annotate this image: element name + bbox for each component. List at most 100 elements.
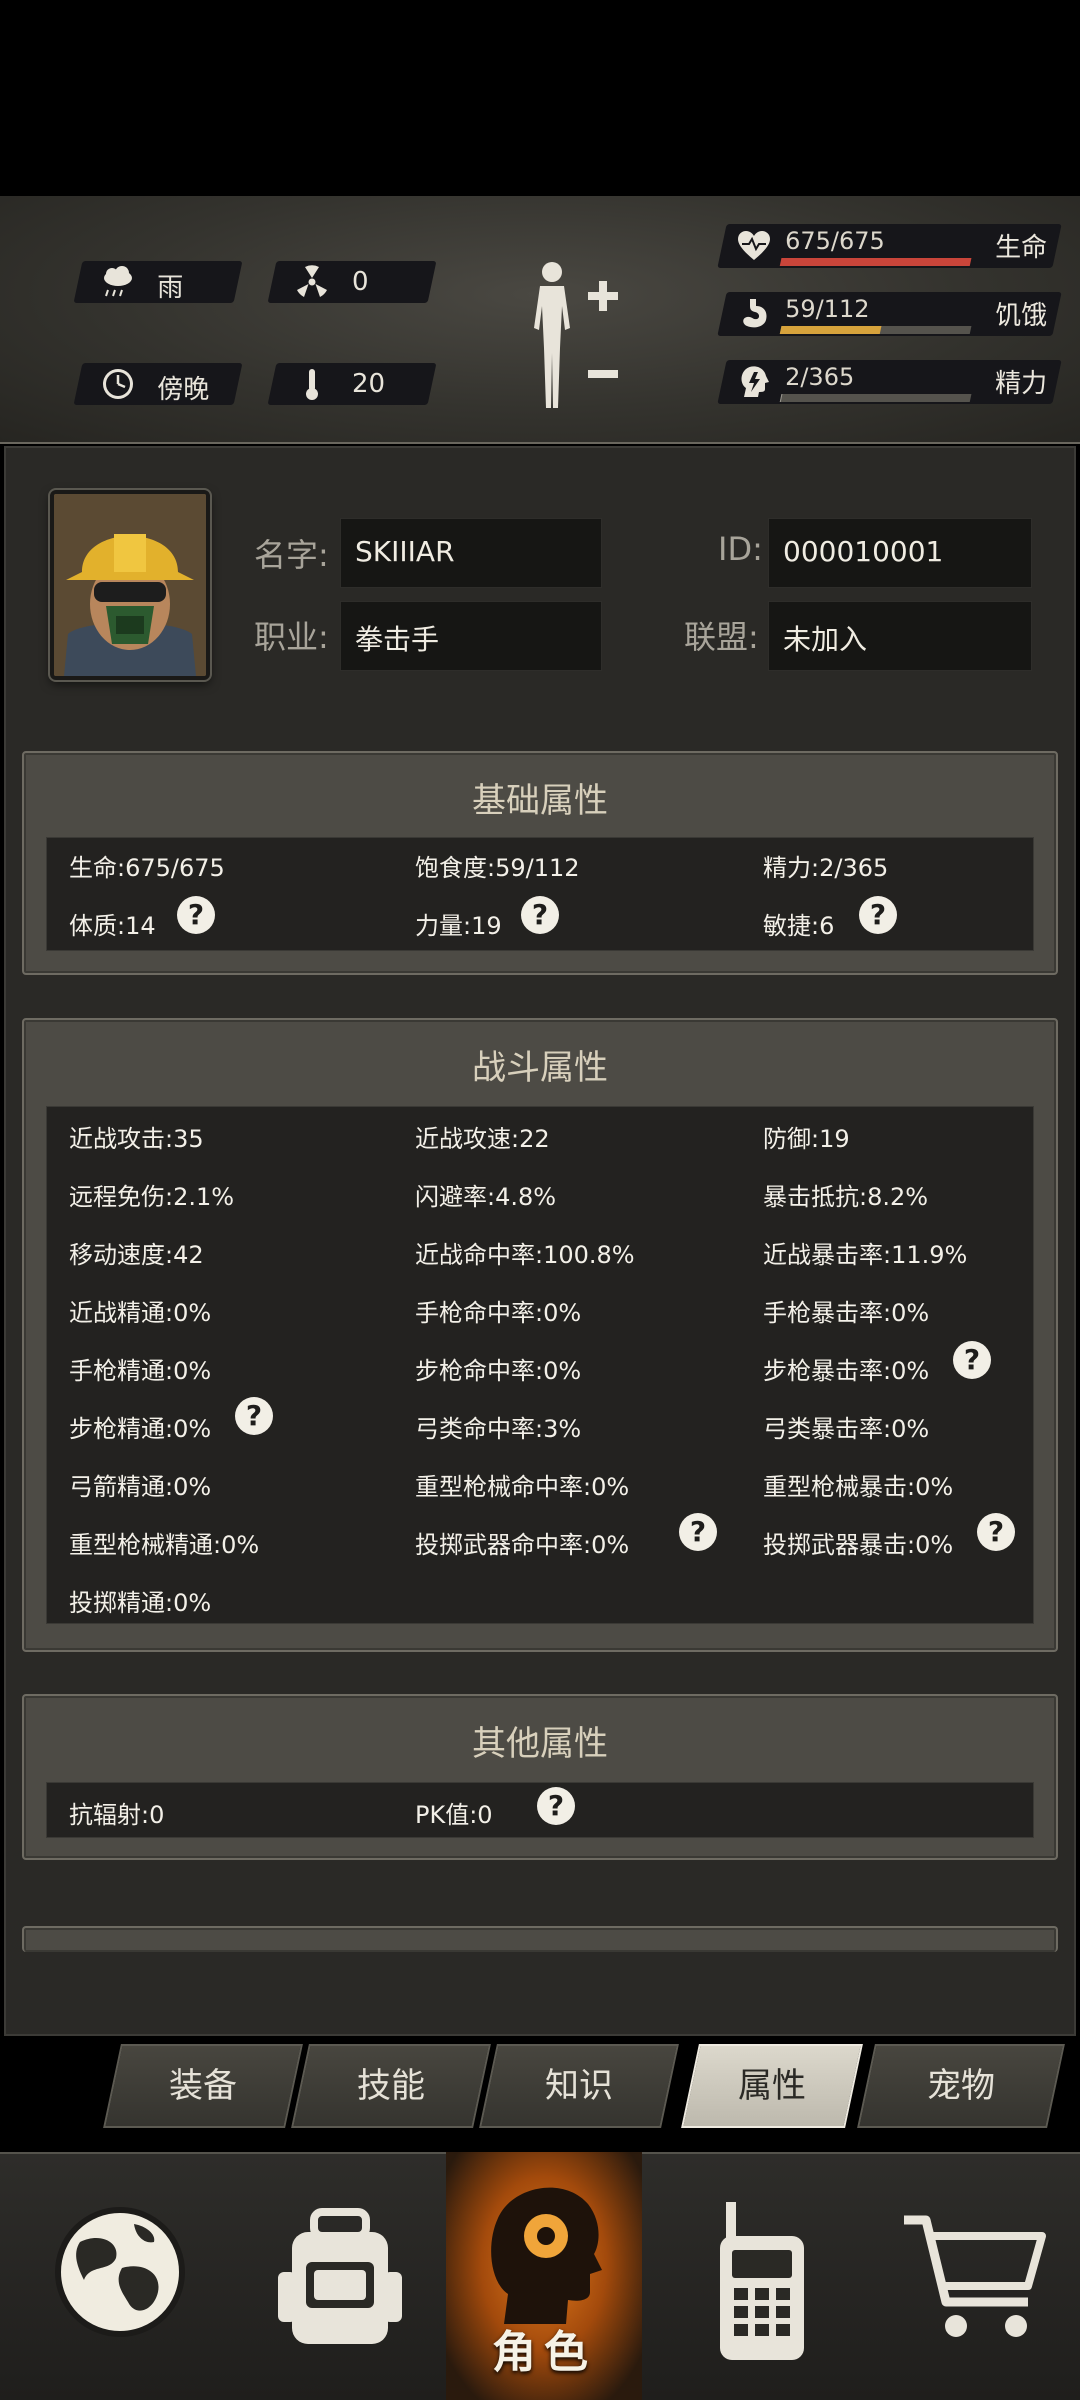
other-attributes-list: 抗辐射:0 PK值:0 ? xyxy=(46,1782,1034,1838)
attr-health: 生命:675/675 xyxy=(69,854,225,882)
nav-world-map[interactable] xyxy=(20,2152,220,2400)
combat-attr: 移动速度:42 xyxy=(69,1241,204,1269)
rifle-crit-help-icon[interactable]: ? xyxy=(953,1341,991,1379)
combat-attr: 步枪暴击率:0% xyxy=(763,1357,930,1385)
tab-knowledge[interactable]: 知识 xyxy=(479,2044,679,2128)
extra-panel-edge xyxy=(22,1926,1058,1952)
tab-pets[interactable]: 宠物 xyxy=(857,2044,1065,2128)
tab-attributes[interactable]: 属性 xyxy=(681,2044,863,2128)
attr-agility: 敏捷:6 xyxy=(763,912,835,940)
time-chip: 傍晚 xyxy=(73,363,243,405)
basic-attributes-list: 生命:675/675 饱食度:59/112 精力:2/365 体质:14 ? 力… xyxy=(46,837,1034,951)
time-of-day: 傍晚 xyxy=(157,375,210,405)
hunger-label: 饥饿 xyxy=(995,301,1048,331)
body-figure-icon xyxy=(542,262,562,282)
combat-attr: 手枪暴击率:0% xyxy=(763,1299,930,1327)
attr-pk-value: PK值:0 xyxy=(415,1801,493,1829)
combat-attr: 弓箭精通:0% xyxy=(69,1473,212,1501)
nav-backpack[interactable] xyxy=(240,2152,440,2400)
body-status-button[interactable] xyxy=(520,258,630,418)
attr-constitution: 体质:14 xyxy=(69,912,156,940)
attr-radiation-resist: 抗辐射:0 xyxy=(69,1801,165,1829)
id-field: 000010001 xyxy=(768,518,1032,588)
thermometer-icon xyxy=(306,369,318,400)
throw-crit-help-icon[interactable]: ? xyxy=(977,1513,1015,1551)
energy-bar xyxy=(779,394,972,402)
head-gear-icon xyxy=(491,2187,602,2324)
combat-attributes-title: 战斗属性 xyxy=(472,1048,608,1088)
combat-attr: 防御:19 xyxy=(763,1125,850,1153)
nav-shop[interactable] xyxy=(880,2152,1070,2400)
tab-skills[interactable]: 技能 xyxy=(291,2044,491,2128)
combat-attr: 远程免伤:2.1% xyxy=(69,1183,235,1211)
constitution-help-icon[interactable]: ? xyxy=(177,896,215,934)
hunger-value: 59/112 xyxy=(785,295,870,323)
health-stat: 675/675 生命 xyxy=(717,224,1062,268)
nav-radio[interactable] xyxy=(660,2152,860,2400)
pk-help-icon[interactable]: ? xyxy=(537,1787,575,1825)
rifle-mastery-help-icon[interactable]: ? xyxy=(235,1397,273,1435)
combat-attr: 重型枪械命中率:0% xyxy=(415,1473,630,1501)
id-label: ID: xyxy=(718,530,763,568)
health-bar xyxy=(779,258,972,266)
hunger-bar xyxy=(779,326,972,334)
attr-energy: 精力:2/365 xyxy=(763,854,889,882)
energy-label: 精力 xyxy=(995,369,1048,399)
radiation-value: 0 xyxy=(352,267,369,297)
globe-icon xyxy=(55,2207,185,2337)
combat-attributes-list: ? ? ? ? 近战攻击:35 近战攻速:22 防御:19 远程免伤:2.1% 闪避率:… xyxy=(46,1106,1034,1624)
combat-attr: 暴击抵抗:8.2% xyxy=(763,1183,929,1211)
heart-icon xyxy=(738,231,770,260)
other-attributes-title: 其他属性 xyxy=(472,1724,608,1764)
system-status-bar xyxy=(0,0,1080,196)
name-label: 名字: xyxy=(254,536,329,574)
character-avatar[interactable] xyxy=(50,490,210,680)
strength-help-icon[interactable]: ? xyxy=(521,896,559,934)
nav-character[interactable]: 角色 xyxy=(446,2152,642,2400)
health-label: 生命 xyxy=(995,233,1048,263)
other-attributes-panel: 其他属性 抗辐射:0 PK值:0 ? xyxy=(22,1694,1058,1860)
energy-value: 2/365 xyxy=(785,363,855,391)
nav-character-label: 角色 xyxy=(492,2327,596,2378)
energy-bar-fill xyxy=(779,394,783,402)
combat-attr: 近战攻击:35 xyxy=(69,1125,204,1153)
combat-attr: 手枪精通:0% xyxy=(69,1357,212,1385)
shopping-cart-icon xyxy=(904,2215,1046,2337)
health-bar-fill xyxy=(779,258,972,266)
walkie-talkie-icon xyxy=(720,2202,804,2360)
combat-attr: 步枪精通:0% xyxy=(69,1415,212,1443)
combat-attr: 近战暴击率:11.9% xyxy=(763,1241,968,1269)
basic-attributes-panel: 基础属性 生命:675/675 饱食度:59/112 精力:2/365 体质:1… xyxy=(22,751,1058,975)
combat-attr: 步枪命中率:0% xyxy=(415,1357,582,1385)
combat-attr: 近战攻速:22 xyxy=(415,1125,550,1153)
hunger-bar-fill xyxy=(779,326,882,334)
combat-attr: 弓类命中率:3% xyxy=(415,1415,582,1443)
combat-attr: 弓类暴击率:0% xyxy=(763,1415,930,1443)
name-field: SKIIIAR xyxy=(340,518,602,588)
attr-satiety: 饱食度:59/112 xyxy=(415,854,580,882)
head-lightning-icon xyxy=(741,366,769,397)
agility-help-icon[interactable]: ? xyxy=(859,896,897,934)
combat-attr: 投掷武器命中率:0% xyxy=(415,1531,630,1559)
combat-attributes-panel: 战斗属性 ? ? ? ? 近战攻击:35 近战攻速:22 防御:19 远程免伤:2.1… xyxy=(22,1018,1058,1652)
weather-text: 雨 xyxy=(157,273,184,303)
combat-attr: 手枪命中率:0% xyxy=(415,1299,582,1327)
combat-attr: 重型枪械暴击:0% xyxy=(763,1473,954,1501)
avatar-miner-icon xyxy=(54,494,206,676)
combat-attr: 闪避率:4.8% xyxy=(415,1183,557,1211)
rain-cloud-icon xyxy=(104,266,132,297)
combat-attr: 投掷武器暴击:0% xyxy=(763,1531,954,1559)
tab-equipment[interactable]: 装备 xyxy=(103,2044,303,2128)
temperature-value: 20 xyxy=(352,369,386,399)
energy-stat: 2/365 精力 xyxy=(717,360,1062,404)
throw-hit-help-icon[interactable]: ? xyxy=(679,1513,717,1551)
minus-icon xyxy=(588,370,618,378)
radiation-icon xyxy=(297,265,327,297)
combat-attr: 投掷精通:0% xyxy=(69,1589,212,1617)
combat-attr: 近战命中率:100.8% xyxy=(415,1241,635,1269)
alliance-field: 未加入 xyxy=(768,601,1032,671)
stomach-icon xyxy=(743,299,767,328)
alliance-label: 联盟: xyxy=(684,618,759,656)
health-value: 675/675 xyxy=(785,227,885,255)
combat-attr: 近战精通:0% xyxy=(69,1299,212,1327)
